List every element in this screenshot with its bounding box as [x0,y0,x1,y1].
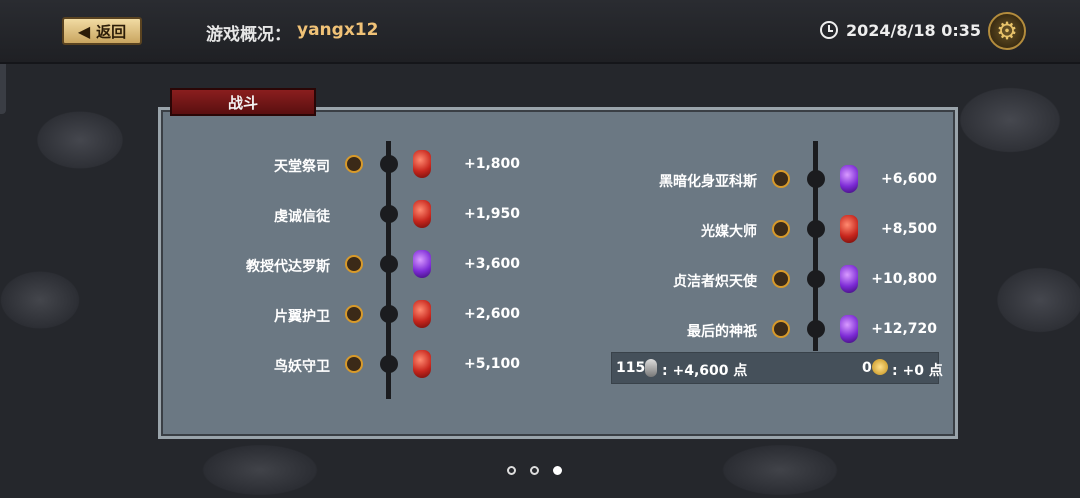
page-dot[interactable] [507,466,516,475]
row-value: +12,720 [871,321,937,337]
datetime: 2024/8/18 0:35 [846,21,981,40]
timeline-node [807,170,825,188]
purple-gem-icon [840,265,858,293]
timeline-node [807,320,825,338]
list-item: 最后的神祇 +12,720 [0,315,1080,345]
list-item: 贞洁者炽天使 +10,800 [0,265,1080,295]
timeline-node [807,220,825,238]
clock-icon [820,21,838,39]
timeline-node [380,355,398,373]
gear-icon: ⚙ [996,17,1018,45]
row-value: +10,800 [871,271,937,287]
username: yangx12 [297,20,379,40]
purple-gem-icon [840,165,858,193]
summary-coins: 0 [862,360,872,376]
boss-emblem-icon [772,320,790,338]
row-name: 鸟妖守卫 [274,359,330,375]
back-button[interactable]: ◀ 返回 [62,17,142,45]
back-button-label: 返回 [96,22,127,41]
red-gem-icon [840,215,858,243]
tab-battle[interactable]: 战斗 [170,88,316,116]
summary-bar: 115 : +4,600 点 0 : +0 点 [611,352,943,384]
purple-gem-icon [840,315,858,343]
summary-points-left: : +4,600 点 [662,363,748,379]
row-value: +5,100 [464,356,521,372]
row-value: +6,600 [880,171,937,187]
back-arrow-icon: ◀ [77,21,91,41]
list-item: 黑暗化身亚科斯 +6,600 [0,165,1080,195]
timeline-node [807,270,825,288]
silver-gem-icon [645,359,657,377]
boss-emblem-icon [772,270,790,288]
boss-emblem-icon [345,355,363,373]
boss-emblem-icon [772,170,790,188]
row-name: 黑暗化身亚科斯 [659,174,757,190]
page-title-label: 游戏概况： [206,25,291,45]
list-item: 光媒大师 +8,500 [0,215,1080,245]
settings-gear-button[interactable]: ⚙ [988,12,1026,50]
row-name: 光媒大师 [701,224,757,240]
page-dot[interactable] [553,466,562,475]
gold-coin-icon [872,359,888,375]
boss-emblem-icon [772,220,790,238]
page-dot[interactable] [530,466,539,475]
pagination-dots [507,466,562,475]
row-name: 最后的神祇 [687,324,757,340]
top-bar: ◀ 返回 游戏概况： yangx12 2024/8/18 0:35 ⚙ [0,0,1080,64]
row-name: 贞洁者炽天使 [673,274,757,290]
summary-points-right: : +0 点 [892,363,943,379]
row-value: +8,500 [880,221,937,237]
summary-count: 115 [616,360,646,376]
red-gem-icon [413,350,431,378]
